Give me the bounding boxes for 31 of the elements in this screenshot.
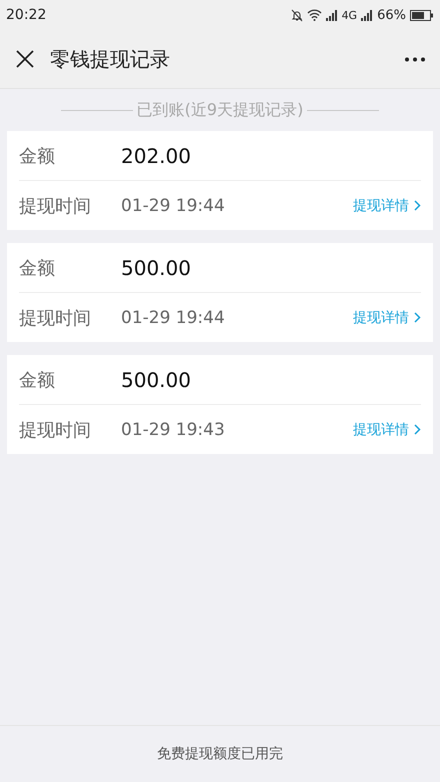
amount-label: 金额 bbox=[19, 144, 56, 168]
more-icon[interactable] bbox=[404, 56, 426, 62]
amount-value: 202.00 bbox=[121, 144, 191, 168]
mute-bell-icon bbox=[290, 8, 303, 22]
status-time: 20:22 bbox=[6, 7, 46, 23]
wifi-icon bbox=[306, 9, 322, 21]
time-label: 提现时间 bbox=[19, 418, 92, 442]
chevron-icon bbox=[414, 424, 421, 435]
network-type: 4G bbox=[342, 8, 358, 22]
chevron-icon bbox=[414, 200, 421, 211]
detail-link[interactable]: 提现详情 bbox=[353, 196, 409, 214]
amount-value: 500.00 bbox=[121, 256, 191, 280]
time-label: 提现时间 bbox=[19, 194, 92, 218]
detail-link[interactable]: 提现详情 bbox=[353, 308, 409, 326]
time-value: 01-29 19:44 bbox=[121, 308, 226, 328]
close-icon[interactable] bbox=[16, 50, 34, 68]
detail-link[interactable]: 提现详情 bbox=[353, 420, 409, 438]
amount-label: 金额 bbox=[19, 256, 56, 280]
section-label: 已到账(近9天提现记录) bbox=[136, 100, 304, 120]
signal-icon bbox=[326, 10, 338, 20]
time-value: 01-29 19:43 bbox=[121, 420, 226, 440]
battery-percent: 66% bbox=[377, 8, 406, 22]
page-title: 零钱提现记录 bbox=[50, 46, 171, 72]
footer-note: 免费提现额度已用完 bbox=[157, 745, 283, 763]
signal-icon bbox=[361, 10, 374, 20]
time-label: 提现时间 bbox=[19, 306, 92, 330]
time-value: 01-29 19:44 bbox=[121, 196, 226, 216]
battery-icon bbox=[410, 10, 434, 20]
amount-label: 金额 bbox=[19, 368, 56, 392]
chevron-icon bbox=[414, 312, 421, 323]
amount-value: 500.00 bbox=[121, 368, 191, 392]
